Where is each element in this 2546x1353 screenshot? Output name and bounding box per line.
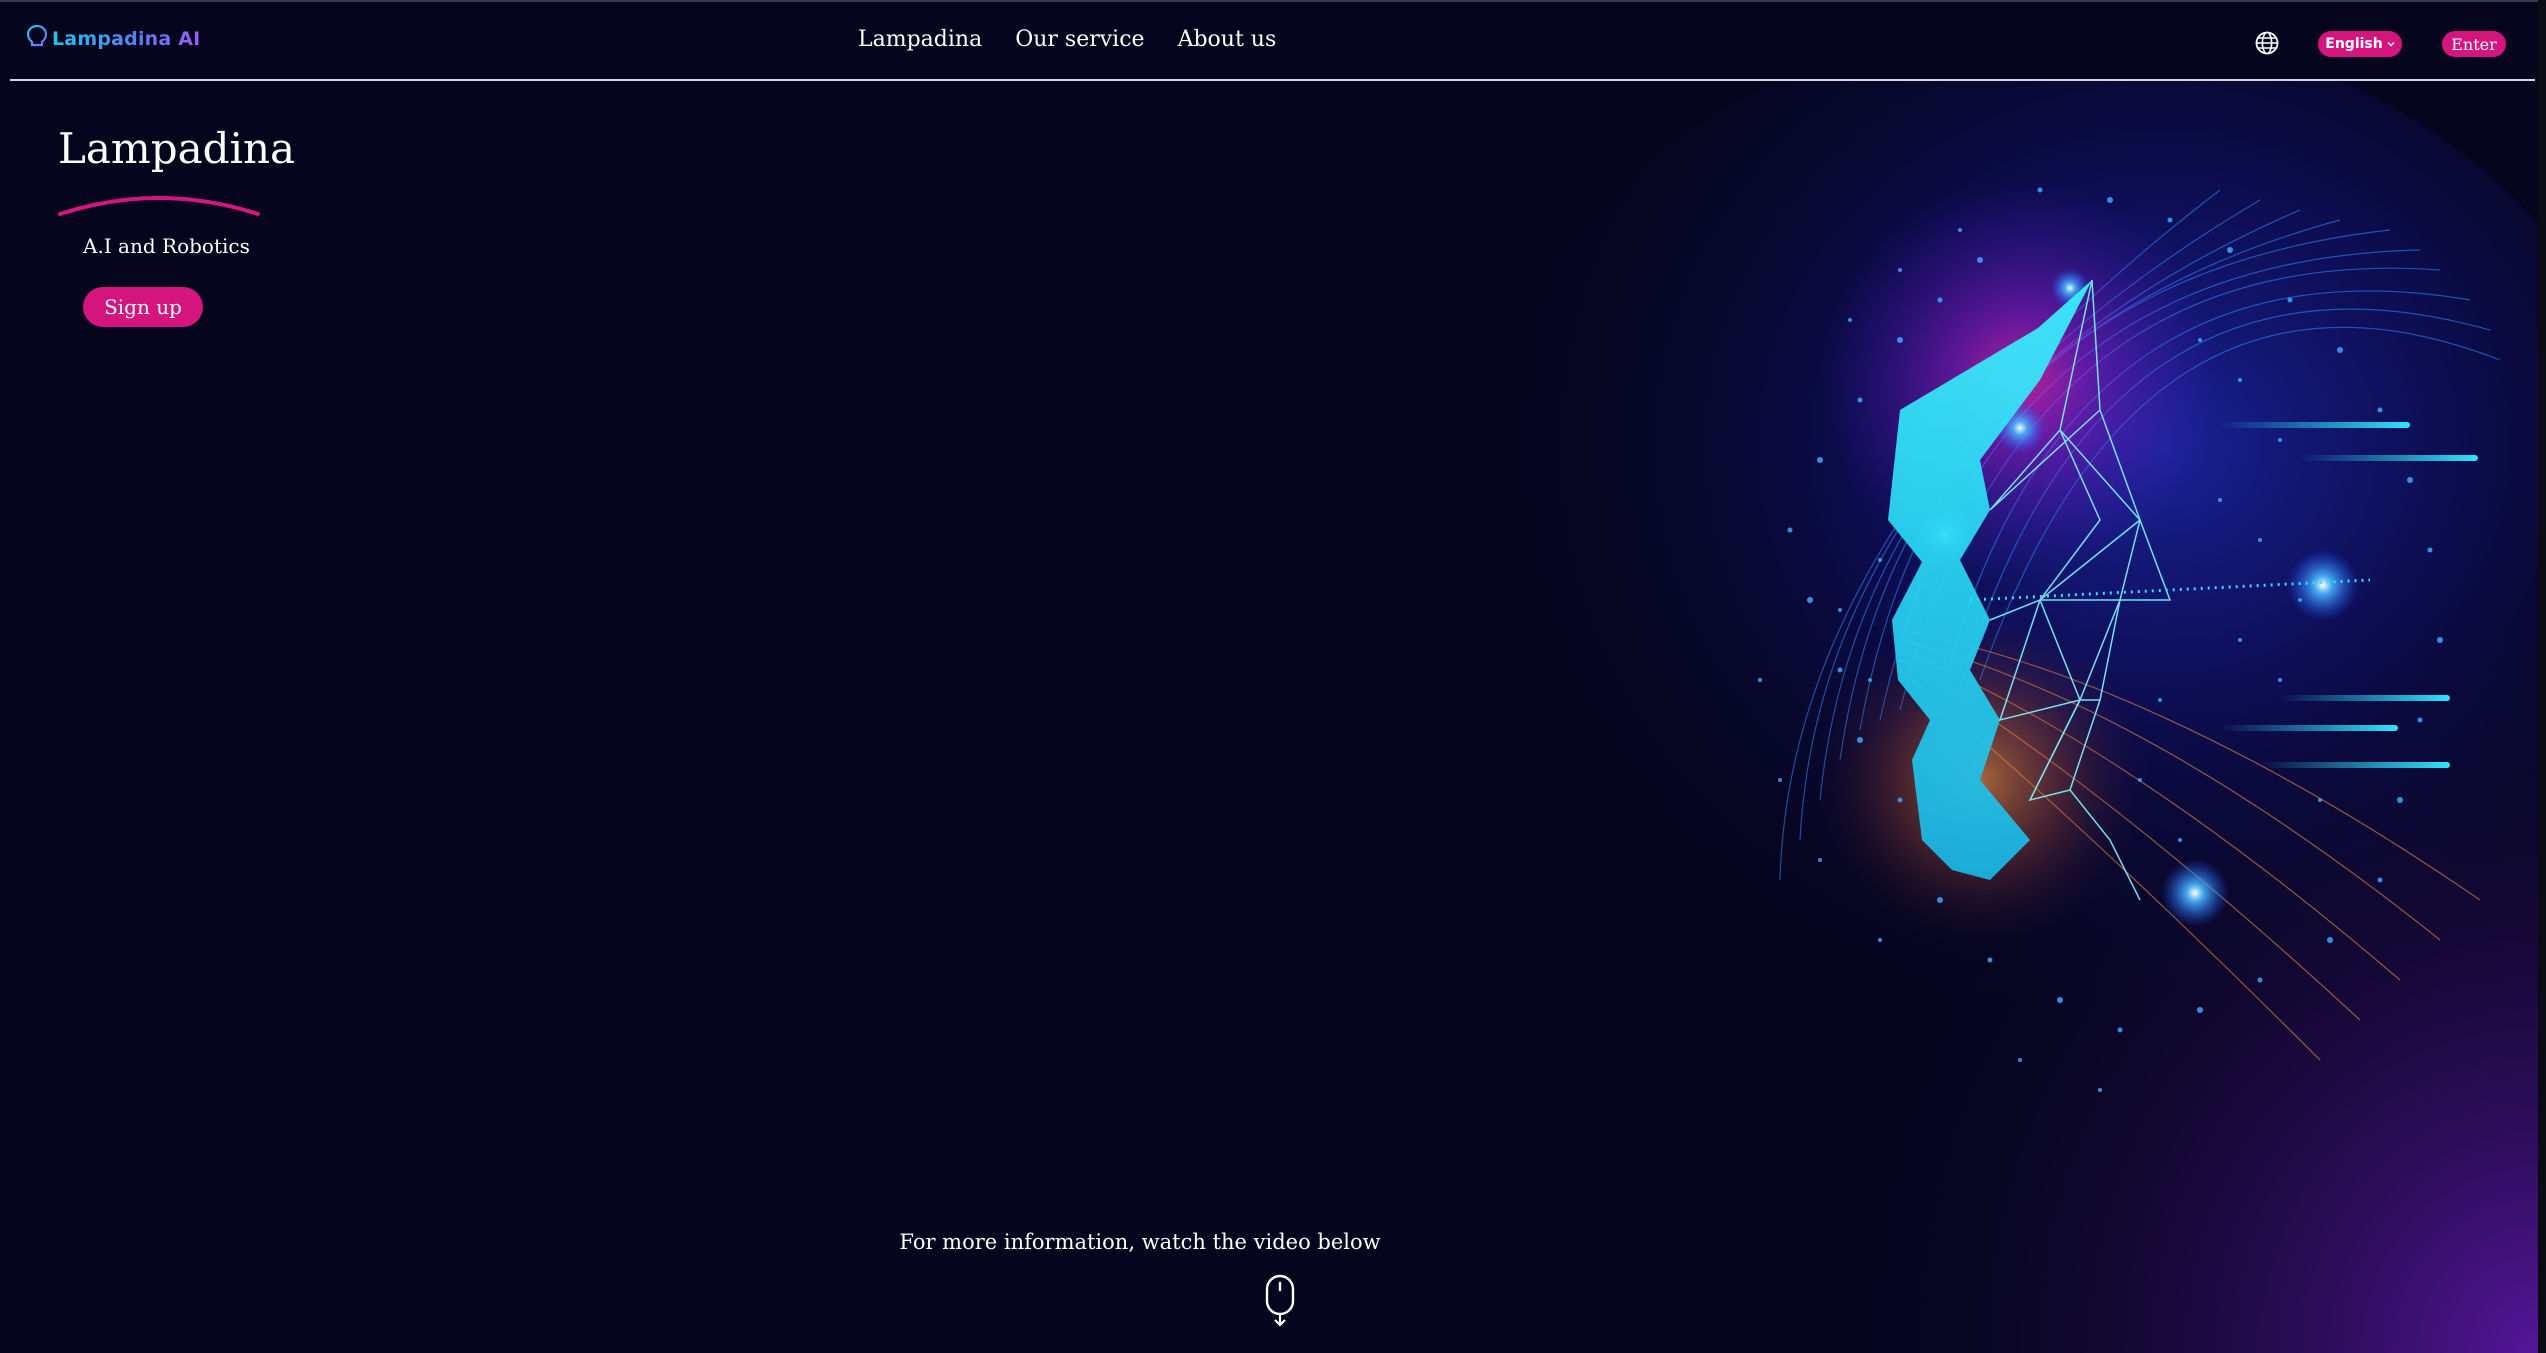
ai-head-artwork [1340,80,2538,1353]
enter-button[interactable]: Enter [2442,31,2506,57]
scroll-down-mouse-icon[interactable] [1264,1274,1296,1328]
hero-title: Lampadina [58,124,296,173]
nav-link-our-service[interactable]: Our service [1015,27,1144,52]
signup-button[interactable]: Sign up [83,287,203,327]
header-divider [10,79,2535,81]
nav-link-lampadina[interactable]: Lampadina [858,27,982,52]
page: Lampadina AI Lampadina Our service About… [0,0,2546,1353]
top-navbar: Lampadina AI Lampadina Our service About… [0,2,2538,80]
lightbulb-icon [26,24,48,52]
main-nav: Lampadina Our service About us [858,27,1276,52]
title-underline-arc [58,196,260,216]
language-select-button[interactable]: English [2318,31,2402,57]
chevron-down-icon [2387,41,2395,47]
language-label: English [2325,36,2383,52]
video-info-text: For more information, watch the video be… [0,1230,2546,1254]
hero-subtitle: A.I and Robotics [83,234,250,258]
globe-icon[interactable] [2254,30,2280,56]
logo-text: Lampadina AI [52,28,201,50]
logo[interactable]: Lampadina AI [26,24,200,54]
video-info-label: For more information, watch the video be… [899,1230,1381,1254]
nav-link-about-us[interactable]: About us [1178,27,1277,52]
scrollbar-track[interactable] [2538,0,2546,1353]
